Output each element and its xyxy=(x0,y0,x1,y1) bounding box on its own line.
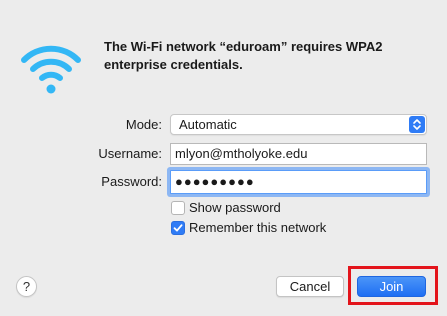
cancel-button[interactable]: Cancel xyxy=(276,276,344,297)
username-label: Username: xyxy=(98,146,162,161)
mode-select-value: Automatic xyxy=(179,117,237,132)
wifi-icon xyxy=(20,40,82,96)
mode-label: Mode: xyxy=(125,117,162,132)
password-field[interactable]: ●●●●●●●●● xyxy=(170,170,427,194)
wifi-credentials-dialog: The Wi-Fi network “eduroam” requires WPA… xyxy=(0,0,447,316)
remember-network-label: Remember this network xyxy=(189,220,327,235)
password-label: Password: xyxy=(101,174,162,189)
select-stepper-icon xyxy=(409,116,425,133)
mode-select[interactable]: Automatic xyxy=(170,114,427,135)
checkmark-icon xyxy=(173,224,183,232)
dialog-message: The Wi-Fi network “eduroam” requires WPA… xyxy=(104,39,383,72)
join-highlight-box xyxy=(348,266,438,305)
show-password-label: Show password xyxy=(189,200,281,215)
show-password-checkbox[interactable] xyxy=(171,201,185,215)
help-button[interactable]: ? xyxy=(16,276,37,297)
remember-network-checkbox[interactable] xyxy=(171,221,185,235)
username-field[interactable]: mlyon@mtholyoke.edu xyxy=(170,143,427,165)
